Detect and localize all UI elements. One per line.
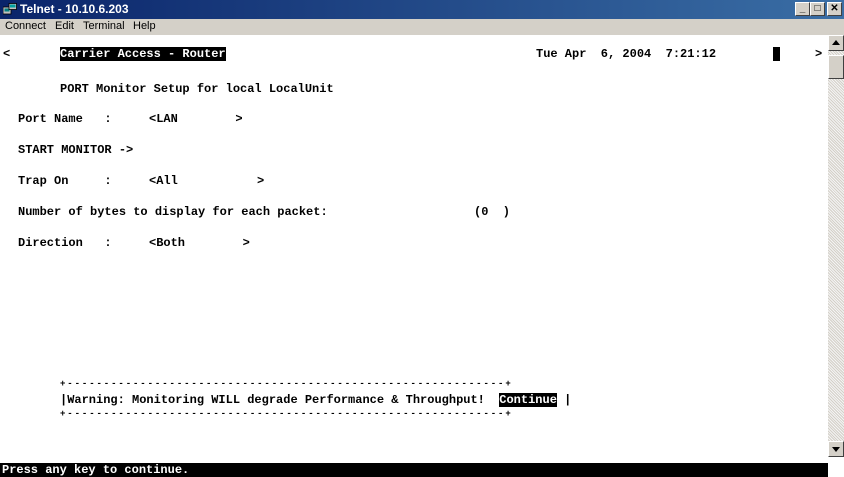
menu-connect[interactable]: Connect	[5, 20, 46, 32]
header-datetime: Tue Apr 6, 2004 7:21:12	[536, 47, 717, 61]
terminal-screen[interactable]: < Carrier Access - Router Tue Apr 6, 200…	[0, 35, 828, 477]
telnet-app-icon[interactable]	[3, 3, 17, 15]
port-name-label: Port Name :	[18, 112, 119, 126]
continue-button[interactable]: Continue	[499, 393, 557, 407]
trap-on-label: Trap On :	[18, 174, 119, 188]
direction-value[interactable]: <Both >	[149, 236, 250, 250]
direction-label: Direction :	[18, 236, 119, 250]
menu-bar: Connect Edit Terminal Help	[0, 19, 844, 35]
warning-text: |Warning: Monitoring WILL degrade Perfor…	[60, 393, 500, 407]
scroll-down-button[interactable]	[828, 441, 844, 457]
arrow-down-icon	[832, 447, 840, 452]
status-line: Press any key to continue.	[0, 463, 828, 477]
status-text: Press any key to continue.	[2, 463, 190, 477]
window-titlebar[interactable]: Telnet - 10.10.6.203 _ □ ✕	[0, 0, 844, 19]
right-scroll-marker: >	[815, 47, 823, 61]
maximize-button[interactable]: □	[810, 2, 825, 16]
bytes-value[interactable]: (0 )	[474, 205, 510, 219]
arrow-up-icon	[832, 40, 840, 45]
menu-edit[interactable]: Edit	[55, 20, 74, 32]
vertical-scrollbar[interactable]	[828, 35, 844, 457]
minimize-icon: _	[799, 3, 806, 14]
window-title: Telnet - 10.10.6.203	[20, 2, 129, 16]
close-icon: ✕	[830, 3, 839, 14]
terminal-cursor	[773, 47, 781, 61]
header-title: Carrier Access - Router	[60, 47, 226, 61]
warning-box-bottom: +---------------------------------------…	[60, 409, 513, 419]
warning-box-right: |	[556, 393, 572, 407]
menu-terminal[interactable]: Terminal	[83, 20, 125, 32]
screen-title: PORT Monitor Setup for local LocalUnit	[60, 82, 334, 96]
minimize-button[interactable]: _	[795, 2, 810, 16]
scroll-up-button[interactable]	[828, 35, 844, 51]
scroll-thumb[interactable]	[828, 55, 844, 79]
warning-box-top: +---------------------------------------…	[60, 379, 513, 389]
trap-on-value[interactable]: <All >	[149, 174, 264, 188]
maximize-icon: □	[814, 3, 821, 14]
warning-box: |Warning: Monitoring WILL degrade Perfor…	[60, 393, 571, 407]
port-name-value[interactable]: <LAN >	[149, 112, 243, 126]
menu-help[interactable]: Help	[133, 20, 156, 32]
close-button[interactable]: ✕	[827, 2, 842, 16]
left-scroll-marker: <	[3, 47, 11, 61]
bytes-label: Number of bytes to display for each pack…	[18, 205, 328, 219]
start-monitor-option[interactable]: START MONITOR ->	[18, 143, 133, 157]
